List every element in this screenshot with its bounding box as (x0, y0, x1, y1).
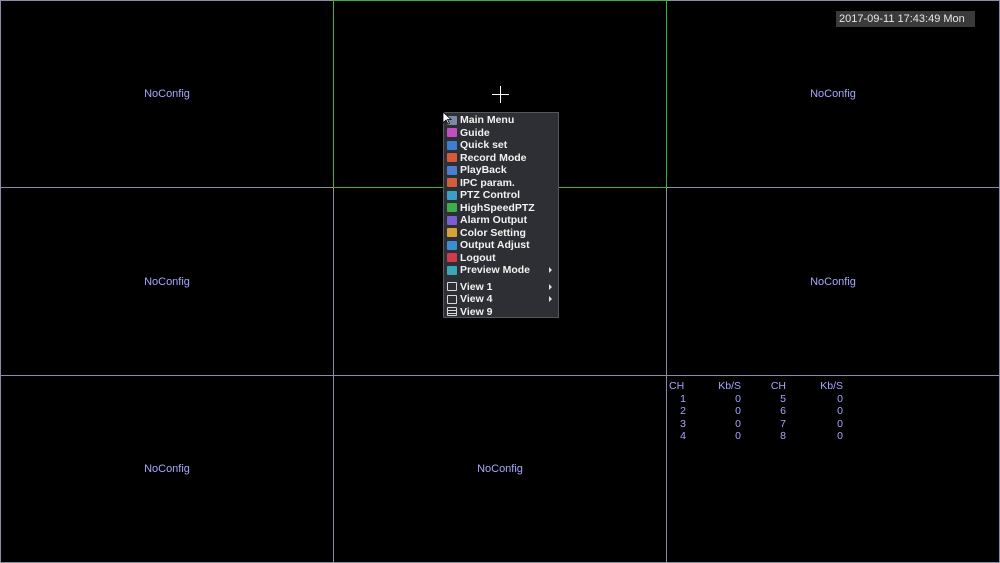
view-1-icon (447, 282, 457, 292)
menu-item-quick-set[interactable]: Quick set (444, 139, 558, 152)
alarm-output-icon (447, 215, 457, 225)
menu-item-main-menu[interactable]: Main Menu (444, 114, 558, 127)
menu-item-label: View 1 (460, 280, 493, 293)
ipc-param-icon (447, 178, 457, 188)
header-kbs: Kb/S (718, 380, 741, 392)
channel-number: 6 (780, 405, 786, 417)
menu-item-logout[interactable]: Logout (444, 252, 558, 265)
bitrate-row: 3 0 7 0 (669, 418, 849, 431)
channel-number: 1 (680, 392, 686, 405)
menu-item-view-4[interactable]: View 4 (444, 293, 558, 306)
bitrate-header-row: CH Kb/S CH Kb/S (669, 380, 849, 393)
channel-status: NoConfig (477, 463, 523, 475)
bitrate-value: 0 (735, 405, 741, 417)
menu-item-label: View 4 (460, 293, 493, 306)
highspeed-ptz-icon (447, 203, 457, 213)
header-ch: CH (770, 380, 786, 392)
channel-number: 5 (780, 392, 786, 405)
channel-status: NoConfig (810, 88, 856, 100)
menu-item-label: HighSpeedPTZ (460, 201, 535, 214)
output-adjust-icon (447, 240, 457, 250)
menu-item-view-9[interactable]: View 9 (444, 306, 558, 319)
channel-tile-6[interactable]: NoConfig (666, 187, 1000, 376)
channel-number: 7 (780, 417, 786, 430)
ptz-control-icon (447, 190, 457, 200)
bitrate-value: 0 (837, 430, 843, 442)
view-9-icon (447, 307, 457, 317)
submenu-arrow-icon (549, 296, 552, 302)
menu-item-view-1[interactable]: View 1 (444, 281, 558, 294)
bitrate-value: 0 (735, 392, 741, 405)
channel-number: 4 (680, 430, 686, 442)
menu-item-color-setting[interactable]: Color Setting (444, 227, 558, 240)
channel-status: NoConfig (810, 275, 856, 288)
menu-item-guide[interactable]: Guide (444, 127, 558, 140)
menu-item-label: Main Menu (460, 114, 515, 127)
menu-item-record-mode[interactable]: Record Mode (444, 152, 558, 165)
menu-item-playback[interactable]: PlayBack (444, 164, 558, 177)
view-4-icon (447, 294, 457, 304)
header-kbs: Kb/S (820, 380, 843, 392)
preview-mode-icon (447, 265, 457, 275)
menu-item-output-adjust[interactable]: Output Adjust (444, 239, 558, 252)
channel-status: NoConfig (144, 275, 190, 288)
menu-item-alarm-output[interactable]: Alarm Output (444, 214, 558, 227)
mouse-pointer-icon (442, 111, 452, 125)
bitrate-row: 2 0 6 0 (669, 405, 849, 418)
menu-item-highspeed-ptz[interactable]: HighSpeedPTZ (444, 202, 558, 215)
menu-item-label: Record Mode (460, 151, 527, 164)
logout-icon (447, 253, 457, 263)
crosshair-icon (492, 86, 509, 103)
channel-tile-1[interactable]: NoConfig (0, 0, 334, 188)
submenu-arrow-icon (549, 283, 552, 290)
menu-item-label: Output Adjust (460, 239, 530, 252)
menu-item-label: Color Setting (460, 226, 526, 239)
context-menu: Main Menu Guide Quick set Record Mode Pl… (443, 112, 559, 318)
bitrate-value: 0 (837, 392, 843, 405)
guide-icon (447, 128, 457, 138)
color-setting-icon (447, 228, 457, 238)
menu-item-label: Logout (460, 251, 496, 264)
channel-tile-4[interactable]: NoConfig (0, 187, 334, 376)
channel-tile-7[interactable]: NoConfig (0, 375, 334, 563)
channel-number: 2 (680, 405, 686, 417)
channel-status: NoConfig (144, 463, 190, 475)
record-mode-icon (447, 153, 457, 163)
header-ch: CH (669, 380, 685, 392)
menu-item-label: PlayBack (460, 164, 507, 177)
bitrate-value: 0 (837, 405, 843, 417)
menu-item-label: IPC param. (460, 176, 515, 189)
channel-tile-3[interactable]: NoConfig (666, 0, 1000, 188)
menu-item-label: Guide (460, 126, 490, 139)
bitrate-table: CH Kb/S CH Kb/S 1 0 5 0 2 0 6 0 3 0 7 0 … (669, 380, 849, 443)
menu-item-label: View 9 (460, 305, 493, 318)
channel-tile-8[interactable]: NoConfig (333, 375, 667, 563)
datetime-display: 2017-09-11 17:43:49 Mon (836, 11, 975, 27)
channel-number: 3 (680, 417, 686, 430)
quick-set-icon (447, 140, 457, 150)
bitrate-value: 0 (735, 430, 741, 442)
bitrate-row: 1 0 5 0 (669, 393, 849, 406)
menu-item-ipc-param[interactable]: IPC param. (444, 177, 558, 190)
playback-icon (447, 165, 457, 175)
bitrate-value: 0 (735, 417, 741, 430)
menu-item-label: Quick set (460, 139, 508, 152)
submenu-arrow-icon (549, 267, 552, 273)
menu-item-label: PTZ Control (460, 189, 521, 202)
channel-number: 8 (780, 430, 786, 442)
menu-item-label: Preview Mode (460, 264, 531, 277)
channel-status: NoConfig (144, 88, 190, 100)
menu-item-ptz-control[interactable]: PTZ Control (444, 189, 558, 202)
menu-item-preview-mode[interactable]: Preview Mode (444, 264, 558, 277)
bitrate-row: 4 0 8 0 (669, 430, 849, 443)
bitrate-value: 0 (837, 417, 843, 430)
menu-item-label: Alarm Output (460, 214, 528, 227)
